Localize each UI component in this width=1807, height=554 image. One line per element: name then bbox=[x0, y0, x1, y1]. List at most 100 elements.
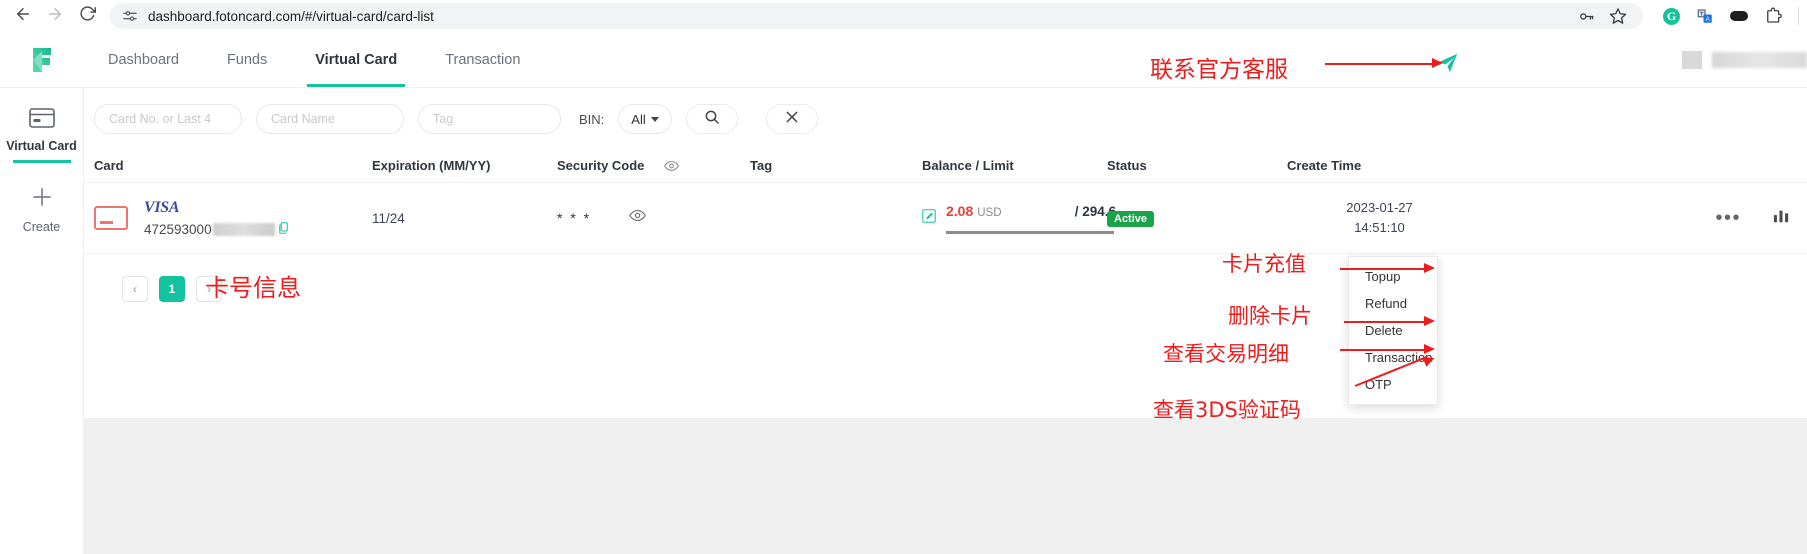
annotation-card-info: 卡号信息 bbox=[205, 274, 301, 302]
card-no-input[interactable] bbox=[94, 104, 242, 134]
reload-button[interactable] bbox=[72, 1, 102, 31]
column-header-security-code-label: Security Code bbox=[557, 157, 645, 173]
row-eye-icon[interactable] bbox=[629, 209, 647, 227]
browser-toolbar: dashboard.fotoncard.com/#/virtual-card/c… bbox=[0, 0, 1807, 32]
security-code-eye-icon[interactable] bbox=[664, 160, 680, 172]
tab-funds-label: Funds bbox=[226, 51, 268, 68]
card-number-text: 472593000 bbox=[144, 222, 212, 237]
sidebar: Virtual Card Create bbox=[0, 88, 84, 554]
annotation-transaction: 查看交易明细 bbox=[1163, 342, 1289, 366]
cell-card: VISA 472593000 bbox=[94, 199, 372, 237]
filter-bar: BIN: All bbox=[84, 88, 1807, 148]
foton-logo bbox=[29, 46, 55, 74]
security-code-value: * * * bbox=[557, 210, 592, 226]
pagination-prev-button[interactable]: ‹ bbox=[122, 276, 148, 302]
table-header-row: Card Expiration (MM/YY) Security Code Ta… bbox=[84, 148, 1807, 182]
column-header-tag: Tag bbox=[750, 157, 773, 173]
avatar[interactable] bbox=[1682, 50, 1702, 69]
cell-create-time: 2023-01-27 14:51:10 bbox=[1287, 198, 1472, 238]
column-header-balance-limit: Balance / Limit bbox=[922, 157, 1014, 173]
bar-chart-icon[interactable] bbox=[1773, 208, 1789, 229]
menu-item-refund[interactable]: Refund bbox=[1349, 290, 1437, 317]
column-header-card: Card bbox=[94, 157, 124, 173]
toolbar-divider bbox=[1798, 7, 1799, 25]
close-icon bbox=[784, 109, 800, 130]
tag-input[interactable] bbox=[418, 104, 561, 134]
bin-select[interactable]: All bbox=[618, 104, 672, 134]
pagination-page-1[interactable]: 1 bbox=[159, 276, 185, 302]
sidebar-item-create[interactable]: Create bbox=[0, 177, 83, 234]
search-button[interactable] bbox=[685, 104, 738, 134]
cell-status: Active bbox=[1107, 209, 1287, 227]
cell-security-code: * * * bbox=[557, 209, 750, 227]
column-header-expiration: Expiration (MM/YY) bbox=[372, 157, 491, 173]
main-nav-tabs: Dashboard Funds Virtual Card Transaction bbox=[84, 32, 544, 87]
annotation-line-transaction bbox=[1340, 349, 1426, 351]
annotation-delete: 删除卡片 bbox=[1228, 304, 1312, 328]
forward-button[interactable] bbox=[40, 1, 70, 31]
card-brand-label: VISA bbox=[144, 199, 180, 216]
balance-currency: USD bbox=[977, 206, 1002, 219]
sidebar-item-create-label: Create bbox=[22, 220, 61, 234]
tag-edit-icon[interactable] bbox=[922, 208, 936, 228]
tab-transaction[interactable]: Transaction bbox=[421, 32, 544, 87]
translate-icon[interactable]: A bbox=[1696, 7, 1714, 25]
cell-expiration: 11/24 bbox=[372, 210, 405, 226]
annotation-line-topup bbox=[1340, 268, 1426, 270]
annotation-line-delete bbox=[1344, 321, 1426, 323]
annotation-line-support bbox=[1325, 63, 1435, 65]
tab-virtual-card-label: Virtual Card bbox=[315, 51, 398, 68]
sidebar-active-indicator bbox=[12, 160, 71, 163]
tab-funds[interactable]: Funds bbox=[203, 32, 291, 87]
url-text: dashboard.fotoncard.com/#/virtual-card/c… bbox=[148, 8, 434, 24]
copy-icon[interactable] bbox=[278, 222, 288, 237]
page-body: Virtual Card Create BIN: All bbox=[0, 88, 1807, 554]
chevron-down-icon bbox=[650, 116, 659, 122]
card-name-input[interactable] bbox=[256, 104, 404, 134]
dark-extension-icon[interactable] bbox=[1730, 11, 1748, 21]
annotation-topup: 卡片充值 bbox=[1222, 252, 1306, 276]
annotation-arrow-topup bbox=[1424, 263, 1435, 273]
svg-text:A: A bbox=[1706, 16, 1711, 23]
pagination: ‹ 1 › bbox=[84, 254, 1807, 302]
key-icon[interactable] bbox=[1577, 7, 1595, 25]
star-icon[interactable] bbox=[1609, 7, 1627, 25]
cell-balance-limit: 2.08 USD / 294.6 bbox=[922, 202, 1116, 234]
site-settings-icon[interactable] bbox=[122, 8, 138, 24]
address-bar[interactable]: dashboard.fotoncard.com/#/virtual-card/c… bbox=[110, 3, 1643, 29]
browser-extensions: G A bbox=[1649, 7, 1799, 25]
card-thumbnail-icon bbox=[94, 206, 128, 230]
tab-dashboard-label: Dashboard bbox=[108, 51, 179, 68]
back-button[interactable] bbox=[8, 1, 38, 31]
annotation-otp: 查看3DS验证码 bbox=[1153, 398, 1301, 422]
table-row[interactable]: VISA 472593000 11/24 * * * 2.08 USD / 29… bbox=[84, 182, 1807, 254]
back-arrow-icon bbox=[14, 5, 32, 28]
annotation-contact-support: 联系官方客服 bbox=[1150, 57, 1288, 83]
grammarly-icon[interactable]: G bbox=[1663, 7, 1680, 25]
bin-select-value: All bbox=[631, 111, 646, 127]
logo-container[interactable] bbox=[0, 32, 84, 87]
tab-dashboard[interactable]: Dashboard bbox=[84, 32, 203, 87]
card-table: Card Expiration (MM/YY) Security Code Ta… bbox=[84, 148, 1807, 254]
sidebar-item-virtual-card-label: Virtual Card bbox=[6, 139, 77, 153]
annotation-arrow-delete bbox=[1424, 316, 1435, 326]
column-header-security-code: Security Code bbox=[557, 158, 750, 173]
main-content: BIN: All Card Expiration (MM/YY) bbox=[84, 88, 1807, 554]
column-header-status: Status bbox=[1107, 157, 1147, 173]
cell-actions: ••• bbox=[1472, 208, 1807, 229]
card-number[interactable]: 472593000 bbox=[144, 222, 288, 237]
clear-filters-button[interactable] bbox=[765, 104, 818, 134]
bin-label: BIN: bbox=[579, 111, 605, 127]
ellipsis-icon[interactable]: ••• bbox=[1715, 208, 1741, 228]
tab-virtual-card[interactable]: Virtual Card bbox=[291, 32, 421, 87]
plus-icon bbox=[30, 185, 54, 214]
balance-amount: 2.08 bbox=[946, 202, 974, 219]
annotation-arrow-support bbox=[1432, 58, 1443, 68]
menu-item-otp[interactable]: OTP bbox=[1349, 371, 1437, 398]
sidebar-item-virtual-card[interactable]: Virtual Card bbox=[0, 100, 83, 163]
create-date: 2023-01-27 bbox=[1346, 199, 1413, 215]
puzzle-piece-icon[interactable] bbox=[1764, 7, 1782, 25]
card-number-masked bbox=[212, 223, 275, 236]
tab-transaction-label: Transaction bbox=[445, 51, 521, 68]
create-time: 14:51:10 bbox=[1354, 220, 1405, 235]
